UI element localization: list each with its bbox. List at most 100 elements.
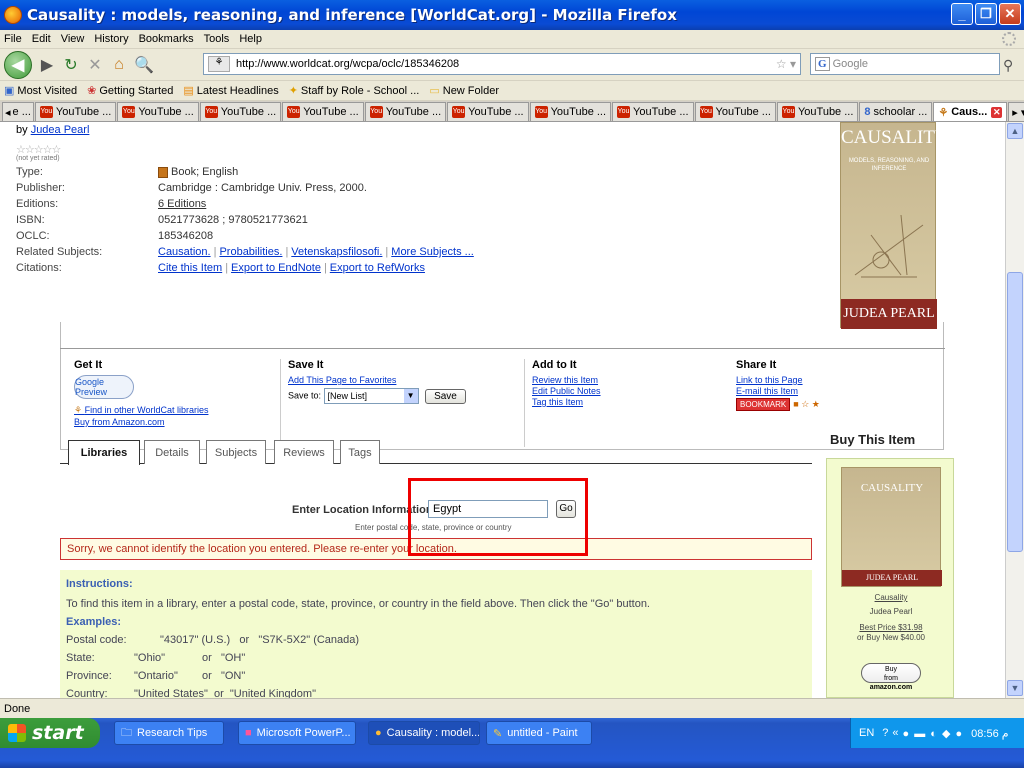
bookmark-latest-headlines[interactable]: ▤ Latest Headlines [183,84,278,98]
find-other-libraries-link[interactable]: ⚘ Find in other WorldCat libraries [74,405,274,416]
buy-from-amazon-link[interactable]: Buy from Amazon.com [74,417,274,427]
tab-subjects[interactable]: Subjects [206,440,266,464]
vertical-scrollbar[interactable]: ▲ ▼ [1005,122,1024,698]
language-indicator[interactable]: EN [859,727,874,739]
bookmark-share-button[interactable]: BOOKMARK [736,398,791,411]
author-link[interactable]: Judea Pearl [31,124,90,136]
small-cover-title: CAUSALITY [860,482,924,494]
tab-scholar[interactable]: 8 schoolar ... [859,102,933,121]
search-go-icon[interactable]: ⚲ [1003,57,1013,74]
review-item-link[interactable]: Review this Item [532,375,732,385]
tab-close-icon[interactable]: ✕ [991,106,1003,118]
menu-help[interactable]: Help [239,33,262,45]
tab-youtube-9[interactable]: You YouTube ... [694,102,776,121]
maximize-button[interactable]: ❐ [975,3,997,25]
scroll-down-arrow[interactable]: ▼ [1007,680,1023,696]
back-button[interactable]: ◀ [4,50,32,79]
tab-scroll-right[interactable]: ▸ ▾ [1008,102,1024,121]
tab-youtube-2[interactable]: You YouTube ... [117,102,199,121]
taskbar-powerpoint[interactable]: ■ Microsoft PowerP... [238,721,356,745]
bookmark-staff-by-role[interactable]: ✦ Staff by Role - School ... [288,84,420,98]
scrollbar-thumb[interactable] [1007,272,1023,552]
google-preview-button[interactable]: Google Preview [74,375,134,399]
menu-view[interactable]: View [61,33,85,45]
stop-icon[interactable]: ✕ [86,55,104,75]
taskbar-research-tips[interactable]: 🗀 Research Tips [114,721,224,745]
editions-link[interactable]: 6 Editions [158,198,206,210]
staff-icon: ✦ [288,85,298,97]
status-bar: Done [0,698,1024,718]
minimize-button[interactable]: _ [951,3,973,25]
youtube-icon: You [452,106,466,118]
book-cover[interactable]: CAUSALITY MODELS, REASONING, AND INFEREN… [840,122,949,329]
meta-editions: Editions: 6 Editions [16,198,207,210]
tab-causality[interactable]: ⚘ Caus... ✕ [933,102,1008,121]
share-icons[interactable]: ■ ☆ ★ [793,399,820,409]
add-to-it-title: Add to It [532,359,577,371]
book-icon [158,166,168,178]
tab-youtube-3[interactable]: You YouTube ... [199,102,282,121]
menu-history[interactable]: History [94,33,128,45]
subject-link-vetenskapsfilosofi[interactable]: Vetenskapsfilosofi. [291,246,382,258]
taskbar-paint[interactable]: ✎ untitled - Paint [486,721,592,745]
tab-scroll-left[interactable]: ◂ e ... [2,102,34,121]
more-subjects-link[interactable]: More Subjects ... [391,246,474,258]
export-endnote-link[interactable]: Export to EndNote [231,262,321,274]
add-to-favorites-link[interactable]: Add This Page to Favorites [288,375,518,385]
best-price-link[interactable]: Best Price $31.98 [827,623,955,632]
export-refworks-link[interactable]: Export to RefWorks [330,262,425,274]
library-tabs: Libraries Details Subjects Reviews Tags [60,440,812,465]
tab-details[interactable]: Details [144,440,200,464]
cover-title: CAUSALITY [841,127,949,148]
bookmark-getting-started[interactable]: ❀ Getting Started [87,84,173,98]
close-button[interactable]: ✕ [999,3,1021,25]
save-list-select[interactable]: [New List] ▼ [323,388,419,404]
scroll-up-arrow[interactable]: ▲ [1007,123,1023,139]
help-icon[interactable]: ? [882,727,888,739]
tab-youtube-8[interactable]: You YouTube ... [612,102,694,121]
save-button[interactable]: Save [425,388,466,404]
site-identity-icon[interactable]: ⚘ [208,56,230,72]
buy-item-link[interactable]: Causality [827,593,955,602]
bookmark-most-visited[interactable]: ▣ Most Visited [4,84,77,98]
menu-tools[interactable]: Tools [204,33,230,45]
tab-tags[interactable]: Tags [340,440,380,464]
url-bar[interactable]: ⚘ http://www.worldcat.org/wcpa/oclc/1853… [203,53,801,75]
link-to-page-link[interactable]: Link to this Page [736,375,936,385]
google-engine-icon[interactable]: G [815,57,830,71]
tag-item-link[interactable]: Tag this Item [532,397,732,407]
search-icon[interactable]: 🔍 [134,55,154,75]
tab-youtube-5[interactable]: You YouTube ... [364,102,447,121]
tray-icons[interactable]: ● ▬ ◐ ◆ ● [903,727,964,740]
forward-button[interactable]: ▶ [38,55,56,75]
tab-youtube-1[interactable]: You YouTube ... [34,102,117,121]
menu-bookmarks[interactable]: Bookmarks [139,33,194,45]
buy-from-amazon-button[interactable]: Buy from amazon.com [861,663,921,691]
tray-arrow-icon[interactable]: « [892,727,898,739]
email-item-link[interactable]: E-mail this Item [736,386,936,396]
bookmark-star-icon[interactable]: ☆ ▾ [776,57,796,71]
tab-reviews[interactable]: Reviews [274,440,334,464]
tab-youtube-7[interactable]: You YouTube ... [529,102,612,121]
search-input[interactable]: G Google [810,53,1000,75]
tab-youtube-6[interactable]: You YouTube ... [447,102,529,121]
tab-youtube-4[interactable]: You YouTube ... [282,102,364,121]
menu-bar: File Edit View History Bookmarks Tools H… [0,30,1024,49]
menu-edit[interactable]: Edit [32,33,51,45]
tab-youtube-10[interactable]: You YouTube ... [776,102,859,121]
home-icon[interactable]: ⌂ [110,56,128,74]
tab-libraries[interactable]: Libraries [68,440,140,465]
subject-link-causation[interactable]: Causation. [158,246,211,258]
system-tray: EN ? « ● ▬ ◐ ◆ ● 08:56 م [850,718,1024,748]
edit-notes-link[interactable]: Edit Public Notes [532,386,732,396]
search-placeholder: Google [832,58,869,70]
cite-link[interactable]: Cite this Item [158,262,222,274]
start-button[interactable]: start [0,718,100,748]
reload-icon[interactable]: ↻ [62,55,80,75]
subject-link-probabilities[interactable]: Probabilities. [219,246,282,258]
taskbar-firefox[interactable]: ● Causality : model... [368,721,480,745]
status-text: Done [4,702,31,715]
menu-file[interactable]: File [4,33,22,45]
bookmark-new-folder[interactable]: ▭ New Folder [429,84,499,98]
small-book-cover[interactable]: CAUSALITY JUDEA PEARL [841,467,942,587]
